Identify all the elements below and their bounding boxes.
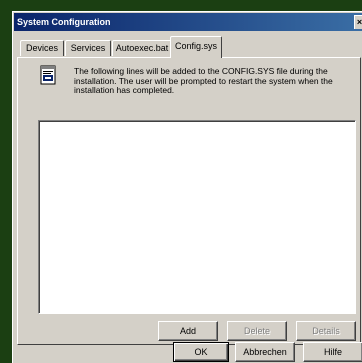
close-icon[interactable]: × <box>354 15 362 29</box>
help-button[interactable]: Hilfe <box>303 342 362 362</box>
tab-autoexec[interactable]: Autoexec.bat <box>112 40 172 56</box>
window-title: System Configuration <box>17 17 111 27</box>
config-sys-panel: The following lines will be added to the… <box>17 57 361 345</box>
tab-config-sys[interactable]: Config.sys <box>170 36 222 58</box>
system-configuration-dialog: System Configuration × Devices Services … <box>12 11 362 363</box>
panel-description: The following lines will be added to the… <box>74 66 333 95</box>
add-button[interactable]: Add <box>158 321 218 341</box>
config-file-icon <box>40 65 56 85</box>
tab-services[interactable]: Services <box>65 40 111 56</box>
title-bar[interactable]: System Configuration × <box>14 13 362 31</box>
tab-devices[interactable]: Devices <box>20 40 64 56</box>
config-lines-list[interactable] <box>38 120 356 314</box>
desktop-background <box>0 0 12 360</box>
cancel-button[interactable]: Abbrechen <box>235 342 295 362</box>
details-button[interactable]: Details <box>296 321 356 341</box>
ok-button[interactable]: OK <box>173 342 229 362</box>
delete-button[interactable]: Delete <box>227 321 287 341</box>
tab-strip: Devices Services Autoexec.bat Config.sys <box>17 36 362 58</box>
